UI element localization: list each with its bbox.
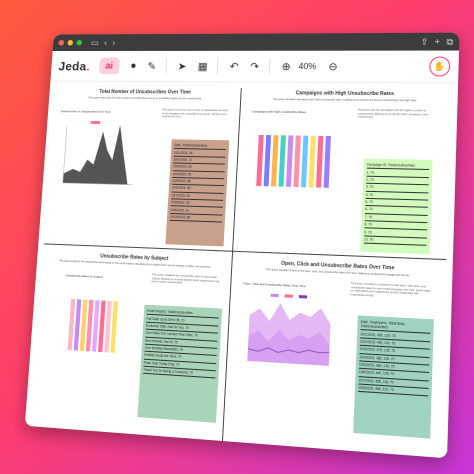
close-dot[interactable] xyxy=(58,39,65,46)
legend-swatch xyxy=(298,295,308,299)
bar xyxy=(308,135,316,188)
zoom-in-icon[interactable]: ⊕ xyxy=(281,60,291,73)
quadrant-subtitle: This query helps track the total number … xyxy=(88,96,202,101)
bar xyxy=(323,135,331,188)
chart-title: Campaigns with High Unsubscribe Rates xyxy=(252,109,307,115)
quadrant-total-unsubscribes: Total Number of Unsubscribes Over Time T… xyxy=(44,89,238,251)
chart-description: This query provides a comparison of the … xyxy=(350,282,431,298)
bar-chart xyxy=(67,298,118,353)
pen-icon[interactable]: ✎ xyxy=(147,60,156,72)
table-body: 10/1/2023, 45 10/2/2023, 72 10/3/2023, 60 1… xyxy=(169,149,226,223)
divider xyxy=(268,58,271,74)
shapes-icon[interactable]: ▦ xyxy=(197,60,208,72)
quadrant-high-unsubscribe-campaigns: Campaigns with High Unsubscribe Rates Th… xyxy=(239,90,445,259)
sidebar-icon[interactable]: ▭ xyxy=(91,38,99,48)
bar xyxy=(73,299,82,351)
bar xyxy=(316,135,324,188)
color-picker-icon[interactable]: ● xyxy=(130,60,137,71)
table-row: 10/10/2023, 80 xyxy=(169,213,223,223)
quadrant-open-click-unsubscribe-rates: Open, Click and Unsubscribe Rates Over T… xyxy=(230,259,440,441)
data-table: Date, TotalOpens, TotalClicks, TotalUnsu… xyxy=(353,315,434,439)
area-series xyxy=(62,124,132,185)
bar xyxy=(79,299,88,351)
dashboard-canvas[interactable]: Total Number of Unsubscribes Over Time T… xyxy=(24,81,459,459)
bar xyxy=(300,135,309,188)
zoom-out-icon[interactable]: ⊖ xyxy=(328,60,338,73)
legend-swatch xyxy=(270,293,279,298)
forward-icon[interactable]: › xyxy=(112,38,115,47)
table-body: Fall Sale! Up to 50% Off, 70 Exclusive Of… xyxy=(143,315,219,379)
bar xyxy=(285,135,294,187)
title-bar: ▭ ‹ › ⇪ + ⧉ xyxy=(52,32,460,52)
bar xyxy=(67,298,76,351)
divider xyxy=(165,58,167,74)
share-icon[interactable]: ⇪ xyxy=(420,36,428,47)
redo-icon[interactable]: ↷ xyxy=(250,60,260,73)
chart-description: This query returns the total number of u… xyxy=(161,108,229,119)
bar xyxy=(256,134,264,187)
cursor-icon[interactable]: ➤ xyxy=(177,60,186,72)
minimize-dot[interactable] xyxy=(67,39,74,46)
bar xyxy=(271,135,279,187)
chart-title: Unsubscribe Rates by Subject xyxy=(65,273,103,279)
app-window: ▭ ‹ › ⇪ + ⧉ Jeda. ai ● ✎ ➤ ▦ ↶ ↷ ⊕ 40% ⊖… xyxy=(24,32,460,459)
table-body: 1, 70 2, 70 3, 70 4, 70 5, 70 6, 70 7, 70 8, 70… xyxy=(363,169,430,246)
bar xyxy=(277,135,287,187)
bar xyxy=(293,135,301,188)
bar xyxy=(104,300,112,353)
area-chart xyxy=(53,120,150,195)
legend-swatch xyxy=(284,294,293,298)
ai-button[interactable]: ai xyxy=(98,57,120,75)
hand-tool-icon[interactable]: ✋ xyxy=(428,56,451,77)
back-icon[interactable]: ‹ xyxy=(104,38,107,47)
quadrant-unsubscribes-by-subject: Unsubscribe Rates by Subject This query … xyxy=(31,251,228,425)
add-tab-icon[interactable]: + xyxy=(434,36,440,47)
bar xyxy=(263,135,272,187)
area-chart xyxy=(237,293,332,366)
chart-description: This query visualizes the unsubscribe ra… xyxy=(151,273,220,285)
zoom-level[interactable]: 40% xyxy=(298,61,316,71)
quadrant-title: Total Number of Unsubscribes Over Time xyxy=(99,89,191,96)
table-row: 10, 70 xyxy=(363,236,427,246)
bar xyxy=(98,300,106,353)
data-table: Campaign ID, TotalUnsubscribes 1, 70 2, 7… xyxy=(360,158,433,255)
data-table: Email Subject, TotalUnsubscribes Fall Sa… xyxy=(137,304,223,423)
chart-title: Open, Click and Unsubscribe Rates Over T… xyxy=(243,281,306,289)
undo-icon[interactable]: ↶ xyxy=(229,60,239,72)
bar xyxy=(85,299,94,352)
bar-chart xyxy=(256,134,331,188)
bar xyxy=(91,300,100,352)
chart-description: This query lists the campaigns with the … xyxy=(357,108,429,119)
maximize-dot[interactable] xyxy=(76,39,83,46)
app-logo: Jeda. xyxy=(58,58,91,73)
bar xyxy=(110,301,118,353)
divider xyxy=(216,58,219,74)
chart-title: Total Number of Unsubscribes Over Time xyxy=(60,109,111,114)
toolbar: Jeda. ai ● ✎ ➤ ▦ ↶ ↷ ⊕ 40% ⊖ ✋ xyxy=(50,50,460,84)
data-table: Date, TotalUnsubscribes 10/1/2023, 45 10/… xyxy=(165,139,230,247)
table-body: 10/1/2023, 450, 120, 70 10/2/2023, 430, 1… xyxy=(357,330,431,397)
tabs-icon[interactable]: ⧉ xyxy=(446,36,453,47)
quadrant-subtitle: This query identifies campaigns with hig… xyxy=(272,98,418,103)
quadrant-title: Campaigns with High Unsubscribe Rates xyxy=(295,90,395,98)
legend-swatch xyxy=(90,120,101,124)
